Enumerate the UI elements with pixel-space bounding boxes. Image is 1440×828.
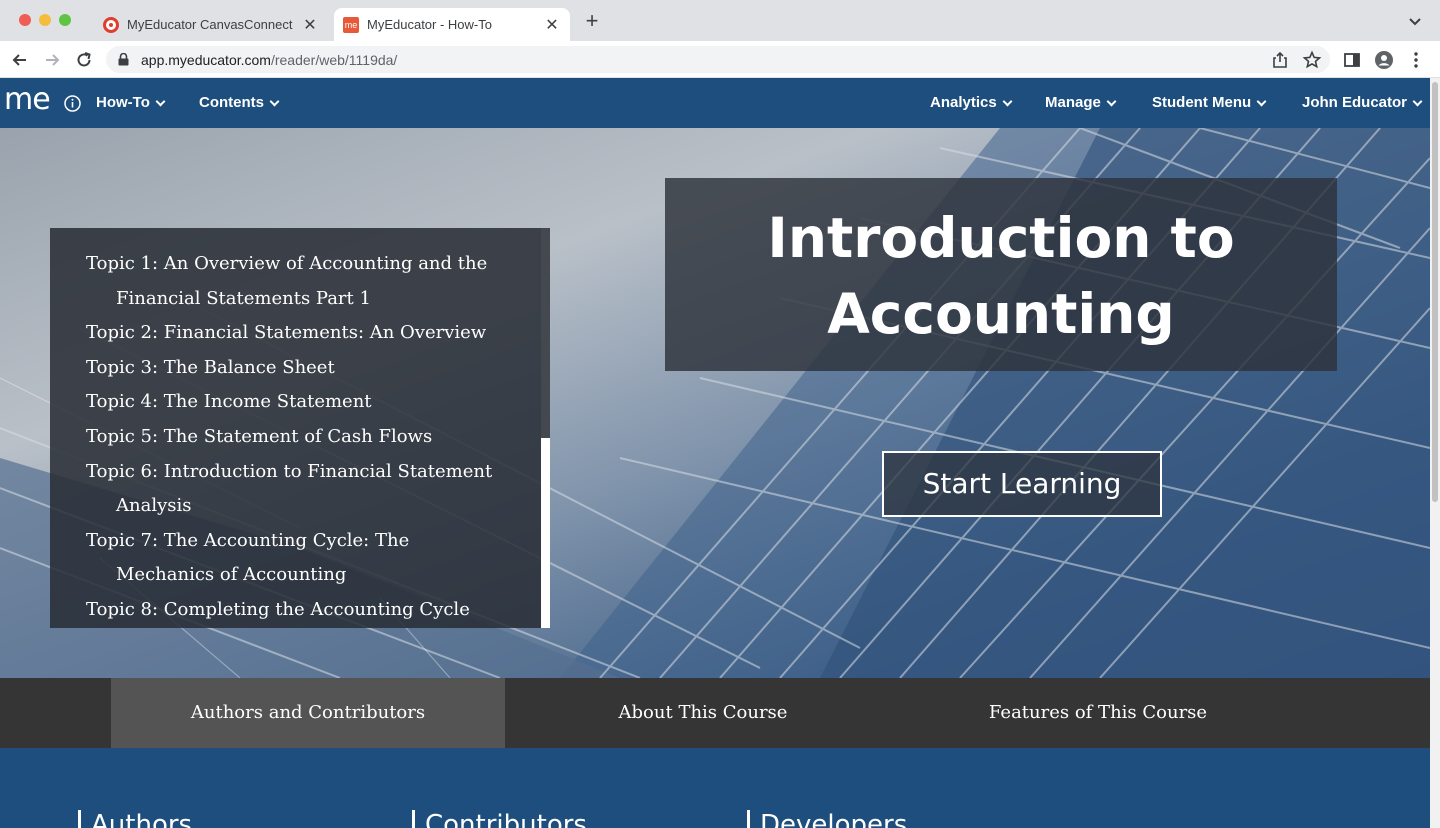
browser-tab-canvasconnect[interactable]: MyEducator CanvasConnect ✕ [94,8,328,41]
chevron-down-icon [1002,96,1013,107]
tab-about-course[interactable]: About This Course [506,678,900,748]
back-arrow-icon[interactable] [10,50,30,70]
course-info-tabs: Authors and Contributors About This Cour… [0,678,1430,748]
topic-link[interactable]: Topic 7: The Accounting Cycle: The Mecha… [86,524,506,593]
profile-avatar-icon[interactable] [1374,50,1394,70]
reload-icon[interactable] [74,50,94,70]
topic-link[interactable]: Topic 1: An Overview of Accounting and t… [86,247,506,316]
chevron-down-icon [1256,96,1267,107]
topic-link[interactable]: Topic 2: Financial Statements: An Overvi… [86,316,506,351]
browser-menu-icon[interactable] [1406,50,1426,70]
address-bar[interactable]: app.myeducator.com/reader/web/1119da/ [106,46,1330,73]
new-tab-icon[interactable]: + [582,10,602,32]
tab-features-course[interactable]: Features of This Course [901,678,1295,748]
info-icon[interactable] [64,95,81,112]
url-path: /reader/web/1119da/ [270,52,398,68]
tab-search-chevron-icon[interactable] [1406,12,1424,30]
browser-tab-title: MyEducator - How-To [367,17,492,32]
nav-student-menu[interactable]: Student Menu [1152,94,1267,111]
url-text[interactable]: app.myeducator.com/reader/web/1119da/ [141,52,397,68]
topic-link[interactable]: Topic 5: The Statement of Cash Flows [86,420,506,455]
window-minimize-button[interactable] [39,14,51,26]
topic-link[interactable]: Topic 3: The Balance Sheet [86,351,506,386]
lock-icon[interactable] [118,53,129,66]
developers-heading: Developers [747,810,907,828]
start-learning-button[interactable]: Start Learning [882,451,1162,517]
topic-link[interactable]: Topic 6: Introduction to Financial State… [86,455,506,524]
chevron-down-icon [1106,96,1117,107]
browser-tab-strip: MyEducator CanvasConnect ✕ me MyEducator… [0,0,1440,41]
authors-section: Authors Contributors Developers [0,748,1430,828]
hero-banner: Topic 1: An Overview of Accounting and t… [0,128,1430,678]
nav-howto-menu[interactable]: How-To [96,94,166,111]
share-icon[interactable] [1270,50,1290,70]
topics-list: Topic 1: An Overview of Accounting and t… [86,247,506,628]
topic-link[interactable]: Topic 8: Completing the Accounting Cycle [86,593,506,628]
chevron-down-icon [1412,96,1423,107]
window-zoom-button[interactable] [59,14,71,26]
browser-tab-title: MyEducator CanvasConnect [127,17,293,32]
window-close-button[interactable] [19,14,31,26]
tab-authors-contributors[interactable]: Authors and Contributors [111,678,505,748]
topics-scrollbar[interactable] [541,228,550,628]
topics-scrollbar-thumb[interactable] [541,438,550,628]
contributors-heading: Contributors [412,810,587,828]
forward-arrow-icon[interactable] [42,50,62,70]
url-host: app.myeducator.com [141,52,271,68]
course-title: Introduction to Accounting [767,206,1235,346]
bookmark-star-icon[interactable] [1302,50,1322,70]
topics-list-panel: Topic 1: An Overview of Accounting and t… [50,228,550,628]
nav-manage-menu[interactable]: Manage [1045,94,1117,111]
app-navbar: me How-To Contents Analytics Manage Stud… [0,78,1430,128]
myeducator-logo-icon: me [343,16,359,33]
side-panel-icon[interactable] [1342,50,1362,70]
chevron-down-icon [155,96,166,107]
page-scrollbar[interactable] [1430,78,1440,828]
topic-link[interactable]: Topic 4: The Income Statement [86,385,506,420]
close-tab-icon[interactable]: ✕ [302,15,318,35]
nav-user-menu[interactable]: John Educator [1302,94,1423,111]
authors-heading: Authors [78,810,192,828]
chevron-down-icon [269,96,280,107]
nav-contents-menu[interactable]: Contents [199,94,280,111]
nav-analytics-menu[interactable]: Analytics [930,94,1013,111]
browser-tab-howto[interactable]: me MyEducator - How-To ✕ [334,8,570,41]
canvas-logo-icon [103,16,119,33]
browser-toolbar: app.myeducator.com/reader/web/1119da/ [0,41,1440,78]
course-title-box: Introduction to Accounting [665,178,1337,371]
close-tab-icon[interactable]: ✕ [544,15,560,35]
myeducator-logo[interactable]: me [4,82,51,117]
page-scrollbar-thumb[interactable] [1432,82,1438,502]
